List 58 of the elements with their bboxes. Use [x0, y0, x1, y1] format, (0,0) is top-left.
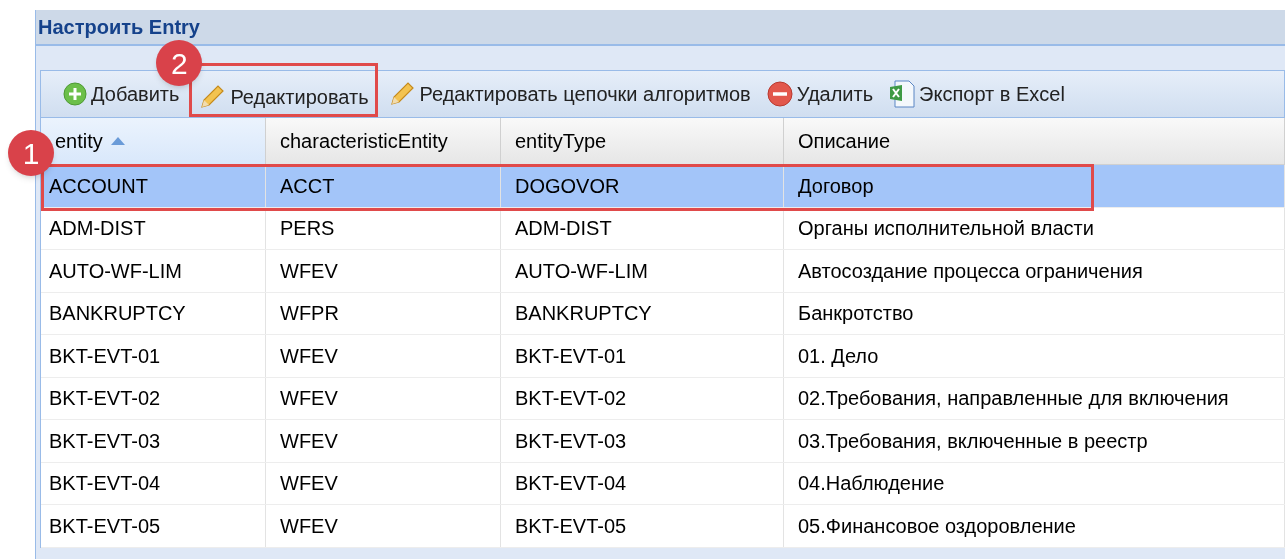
table-cell: WFPR [266, 292, 501, 334]
table-row[interactable]: BKT-EVT-04 WFEV BKT-EVT-04 04.Наблюдение [41, 462, 1285, 505]
table-cell: BKT-EVT-02 [41, 377, 266, 419]
table-cell: BKT-EVT-04 [41, 462, 266, 504]
callout-number: 2 [156, 40, 203, 86]
toolbar-button[interactable]: Редактировать цепочки алгоритмов [381, 79, 757, 109]
table-cell: WFEV [266, 377, 501, 419]
table-cell: ADM-DIST [501, 207, 784, 249]
column-title: Описание [798, 129, 891, 154]
table-cell: AUTO-WF-LIM [501, 250, 784, 292]
table-cell: 04.Наблюдение [784, 462, 1285, 504]
table-row[interactable]: ADM-DIST PERS ADM-DIST Органы исполнительной власти [41, 207, 1285, 250]
table-cell: BANKRUPTCY [501, 292, 784, 334]
table-cell: BKT-EVT-02 [501, 377, 784, 419]
table-cell: 01. Дело [784, 335, 1285, 377]
table-row[interactable]: AUTO-WF-LIM WFEV AUTO-WF-LIM Автосоздание процесса ограничения [41, 250, 1285, 293]
table-cell: WFEV [266, 420, 501, 462]
table-cell: 03.Требования, включенные в реестр [784, 420, 1285, 462]
table-row[interactable]: BANKRUPTCY WFPR BANKRUPTCY Банкротство [41, 292, 1285, 335]
panel-title: Настроить Entry [38, 15, 200, 40]
table-cell: WFEV [266, 505, 501, 547]
table-cell: BKT-EVT-01 [501, 335, 784, 377]
table-cell: WFEV [266, 335, 501, 377]
table-cell: Банкротство [784, 292, 1285, 334]
table-cell: BKT-EVT-05 [501, 505, 784, 547]
table-cell: DOGOVOR [501, 165, 784, 207]
table-cell: Автосоздание процесса ограничения [784, 250, 1285, 292]
table-cell: BKT-EVT-03 [41, 420, 266, 462]
column-header[interactable]: entityType [501, 118, 784, 164]
table-cell: Органы исполнительной власти [784, 207, 1285, 249]
column-title: entityType [515, 129, 607, 154]
table-row[interactable]: BKT-EVT-02 WFEV BKT-EVT-02 02.Требования, направленные для включения [41, 377, 1285, 420]
column-header[interactable]: Описание [784, 118, 1285, 164]
column-header[interactable]: characteristicEntity [266, 118, 501, 164]
table-cell: ADM-DIST [41, 207, 266, 249]
table-row[interactable]: BKT-EVT-01 WFEV BKT-EVT-01 01. Дело [41, 335, 1285, 378]
column-title: entity [55, 129, 103, 154]
table-row[interactable]: BKT-EVT-03 WFEV BKT-EVT-03 03.Требования, включенные в реестр [41, 420, 1285, 463]
table-cell: WFEV [266, 250, 501, 292]
table-cell: Договор [784, 165, 1285, 207]
table-cell: BKT-EVT-05 [41, 505, 266, 547]
table-cell: BKT-EVT-01 [41, 335, 266, 377]
column-title: characteristicEntity [280, 129, 448, 154]
column-header[interactable]: entity [41, 118, 266, 164]
table-cell: 05.Финансовое оздоровление [784, 505, 1285, 547]
table-cell: BANKRUPTCY [41, 292, 266, 334]
table-cell: ACCT [266, 165, 501, 207]
toolbar-button[interactable]: Удалить [760, 79, 880, 109]
toolbar-button[interactable]: Экспорт в Excel [883, 79, 1071, 109]
callout-number: 1 [8, 130, 54, 176]
table-cell: AUTO-WF-LIM [41, 250, 266, 292]
table-cell: BKT-EVT-04 [501, 462, 784, 504]
table-row[interactable]: BKT-EVT-05 WFEV BKT-EVT-05 05.Финансовое оздоровление [41, 505, 1285, 548]
table-row[interactable]: ACCOUNT ACCT DOGOVOR Договор [41, 165, 1285, 208]
table-cell: WFEV [266, 462, 501, 504]
table-cell: PERS [266, 207, 501, 249]
table-cell: BKT-EVT-03 [501, 420, 784, 462]
table-cell: 02.Требования, направленные для включения [784, 377, 1285, 419]
